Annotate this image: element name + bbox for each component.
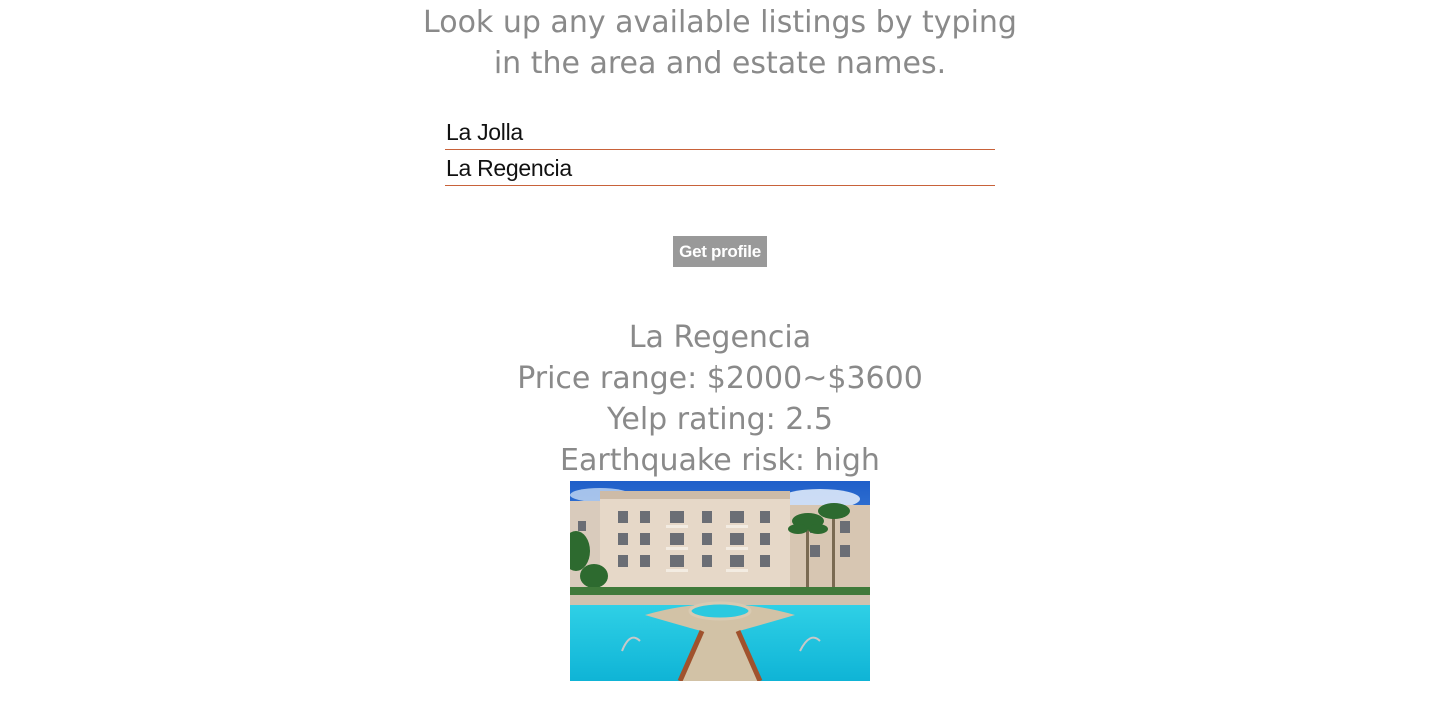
area-input[interactable] — [445, 116, 995, 150]
profile-panel: La Regencia Price range: $2000~$3600 Yel… — [0, 317, 1440, 481]
intro-line-1: Look up any available listings by typing — [423, 5, 1017, 40]
estate-input[interactable] — [445, 152, 995, 186]
price-range: Price range: $2000~$3600 — [517, 361, 923, 396]
earthquake-risk: Earthquake risk: high — [560, 443, 880, 478]
get-profile-button[interactable]: Get profile — [673, 236, 767, 267]
estate-photo — [570, 481, 870, 681]
estate-name: La Regencia — [628, 320, 812, 355]
intro-line-2: in the area and estate names. — [493, 46, 947, 81]
yelp-rating: Yelp rating: 2.5 — [607, 402, 833, 437]
intro-text: Look up any available listings by typing… — [0, 2, 1440, 84]
page: Look up any available listings by typing… — [0, 0, 1440, 705]
